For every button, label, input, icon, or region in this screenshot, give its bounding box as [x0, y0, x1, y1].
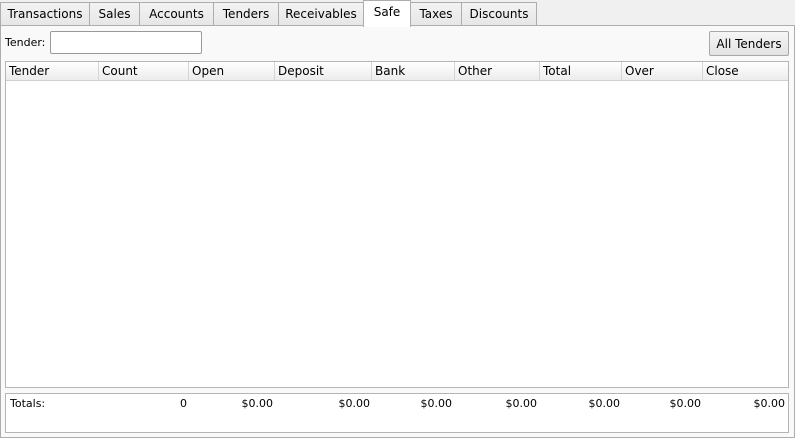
- totals-row: Totals: 0 $0.00 $0.00 $0.00 $0.00 $0.00 …: [5, 393, 789, 433]
- tender-label: Tender:: [5, 36, 46, 49]
- totals-close: $0.00: [753, 397, 786, 410]
- column-header-close[interactable]: Close: [703, 62, 788, 81]
- all-tenders-button[interactable]: All Tenders: [709, 31, 789, 56]
- grid-header: Tender Count Open Deposit Bank Other Tot…: [6, 62, 788, 81]
- tab-sales[interactable]: Sales: [89, 2, 140, 26]
- column-header-other[interactable]: Other: [455, 62, 540, 81]
- tab-accounts[interactable]: Accounts: [139, 2, 214, 26]
- totals-open: $0.00: [241, 397, 274, 410]
- totals-total: $0.00: [588, 397, 621, 410]
- tab-safe[interactable]: Safe: [363, 0, 411, 27]
- column-header-bank[interactable]: Bank: [372, 62, 455, 81]
- totals-label: Totals:: [10, 397, 46, 410]
- column-header-deposit[interactable]: Deposit: [275, 62, 372, 81]
- column-header-open[interactable]: Open: [189, 62, 275, 81]
- tab-bar: Transactions Sales Accounts Tenders Rece…: [0, 0, 795, 27]
- column-header-tender[interactable]: Tender: [6, 62, 99, 81]
- grid-body[interactable]: [6, 81, 788, 387]
- totals-bank: $0.00: [420, 397, 453, 410]
- tab-discounts[interactable]: Discounts: [461, 2, 537, 26]
- totals-over: $0.00: [669, 397, 702, 410]
- column-header-total[interactable]: Total: [540, 62, 622, 81]
- tab-tenders[interactable]: Tenders: [213, 2, 279, 26]
- tab-transactions[interactable]: Transactions: [0, 2, 90, 26]
- column-header-count[interactable]: Count: [99, 62, 189, 81]
- totals-deposit: $0.00: [338, 397, 371, 410]
- safe-grid[interactable]: Tender Count Open Deposit Bank Other Tot…: [5, 61, 789, 388]
- safe-panel: Tender: All Tenders Tender Count Open De…: [0, 25, 795, 438]
- tab-taxes[interactable]: Taxes: [410, 2, 462, 26]
- column-header-over[interactable]: Over: [622, 62, 703, 81]
- tab-receivables[interactable]: Receivables: [278, 2, 364, 26]
- totals-count: 0: [180, 397, 187, 410]
- tender-input[interactable]: [50, 31, 202, 54]
- totals-other: $0.00: [505, 397, 538, 410]
